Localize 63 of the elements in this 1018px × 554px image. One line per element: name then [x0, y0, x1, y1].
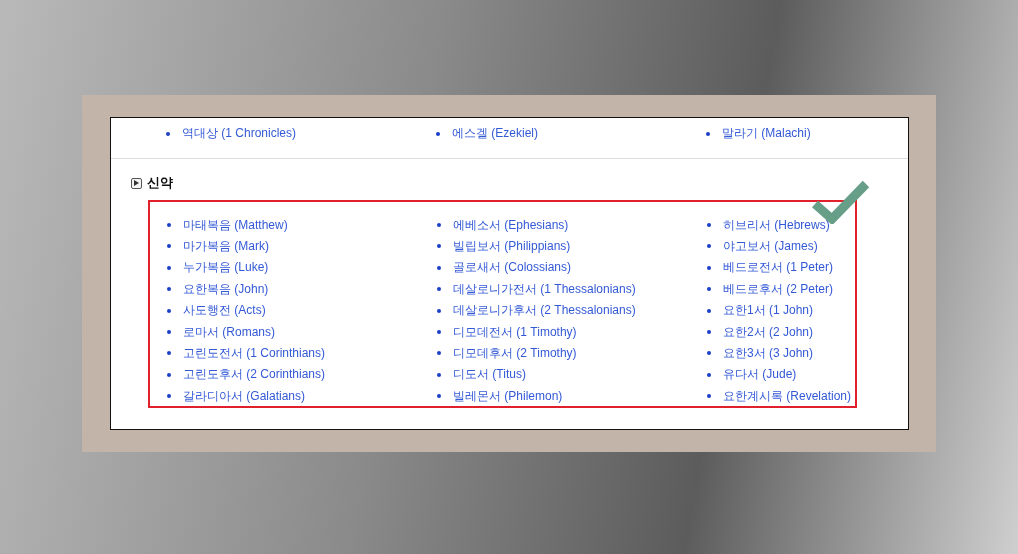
bullet-icon: [167, 244, 171, 249]
book-link[interactable]: 고린도후서 (2 Corinthians): [183, 366, 326, 384]
book-link[interactable]: 베드로전서 (1 Peter): [723, 259, 833, 277]
book-link[interactable]: 에스겔 (Ezekiel): [452, 125, 538, 143]
bullet-icon: [707, 223, 711, 228]
bullet-icon: [437, 287, 441, 292]
book-link[interactable]: 에베소서 (Ephesians): [453, 216, 569, 234]
bullet-icon: [167, 265, 171, 270]
book-link[interactable]: 고린도전서 (1 Corinthians): [183, 344, 326, 362]
bullet-icon: [167, 330, 171, 335]
bullet-icon: [167, 372, 171, 377]
book-link[interactable]: 데살로니가전서 (1 Thessalonians): [453, 280, 636, 298]
bullet-icon: [437, 394, 441, 399]
bullet-icon: [437, 351, 441, 356]
bullet-icon: [437, 308, 441, 313]
book-link[interactable]: 요한1서 (1 John): [723, 302, 814, 320]
book-link[interactable]: 역대상 (1 Chronicles): [182, 125, 297, 143]
book-link[interactable]: 사도행전 (Acts): [183, 302, 266, 320]
bullet-icon: [167, 351, 171, 356]
bullet-icon: [437, 330, 441, 335]
book-link[interactable]: 로마서 (Romans): [183, 323, 275, 341]
book-link[interactable]: 요한2서 (2 John): [723, 323, 814, 341]
book-link[interactable]: 빌립보서 (Philippians): [453, 237, 571, 255]
book-link[interactable]: 디도서 (Titus): [453, 366, 526, 384]
bullet-icon: [167, 287, 171, 292]
section-title: 신약: [147, 174, 173, 193]
book-link[interactable]: 갈라디아서 (Galatians): [183, 387, 306, 405]
bullet-icon: [437, 265, 441, 270]
bullet-icon: [167, 394, 171, 399]
triangle-icon: [134, 180, 139, 187]
bullet-icon: [437, 223, 441, 228]
book-link[interactable]: 베드로후서 (2 Peter): [723, 280, 833, 298]
bullet-icon: [437, 244, 441, 249]
bullet-icon: [707, 394, 711, 399]
bullet-icon: [707, 265, 711, 270]
bullet-icon: [167, 223, 171, 228]
book-link[interactable]: 디모데전서 (1 Timothy): [453, 323, 577, 341]
bullet-icon: [707, 330, 711, 335]
bullet-icon: [707, 287, 711, 292]
book-link[interactable]: 디모데후서 (2 Timothy): [453, 344, 577, 362]
book-link[interactable]: 데살로니가후서 (2 Thessalonians): [453, 302, 636, 320]
book-link[interactable]: 마가복음 (Mark): [183, 237, 269, 255]
book-link[interactable]: 요한3서 (3 John): [723, 344, 814, 362]
bullet-icon: [707, 372, 711, 377]
book-link[interactable]: 말라기 (Malachi): [722, 125, 811, 143]
bullet-icon: [707, 351, 711, 356]
book-link[interactable]: 골로새서 (Colossians): [453, 259, 572, 277]
book-link[interactable]: 마태복음 (Matthew): [183, 216, 288, 234]
expand-toggle[interactable]: [131, 177, 142, 189]
bullet-icon: [706, 131, 710, 136]
bullet-icon: [437, 372, 441, 377]
book-link[interactable]: 누가복음 (Luke): [183, 259, 269, 277]
bullet-icon: [166, 131, 170, 136]
book-link[interactable]: 히브리서 (Hebrews): [723, 216, 830, 234]
book-link[interactable]: 요한계시록 (Revelation): [723, 387, 852, 405]
bullet-icon: [436, 131, 440, 136]
bullet-icon: [167, 308, 171, 313]
book-link[interactable]: 유다서 (Jude): [723, 366, 797, 384]
bullet-icon: [707, 244, 711, 249]
book-link[interactable]: 야고보서 (James): [723, 237, 818, 255]
book-link[interactable]: 요한복음 (John): [183, 280, 269, 298]
bullet-icon: [707, 308, 711, 313]
book-link[interactable]: 빌레몬서 (Philemon): [453, 387, 563, 405]
